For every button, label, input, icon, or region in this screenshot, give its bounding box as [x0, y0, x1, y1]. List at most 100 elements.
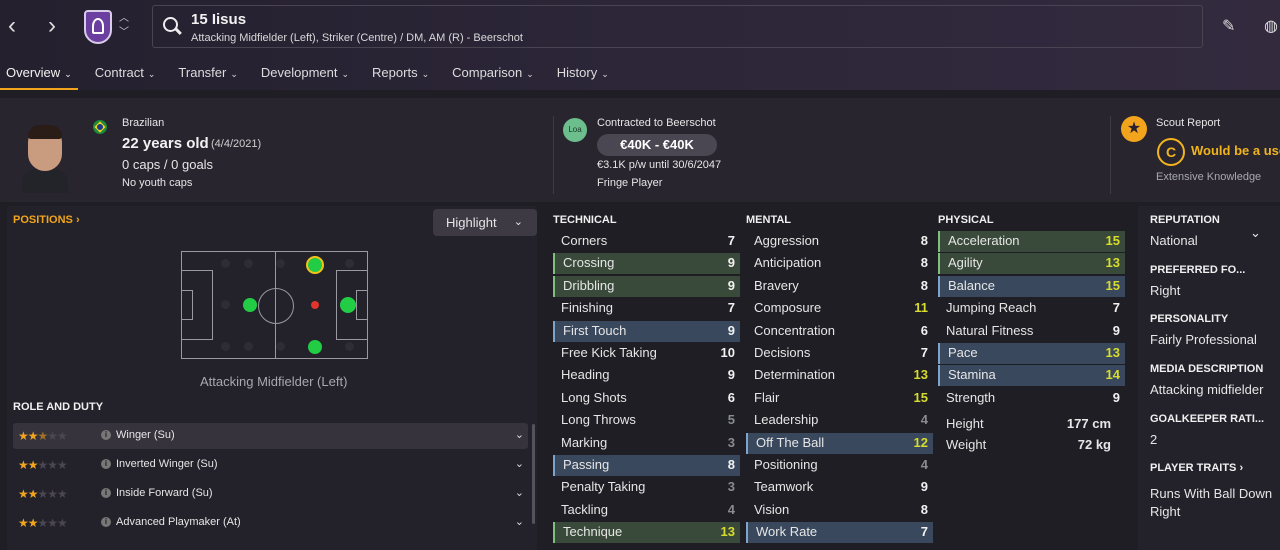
attribute-row-concentration[interactable]: Concentration 6: [746, 321, 933, 342]
attribute-row-first-touch[interactable]: First Touch 9: [553, 320, 740, 342]
scout-grade: C: [1157, 138, 1185, 166]
attribute-value: 13: [913, 367, 928, 383]
info-icon[interactable]: i: [101, 430, 111, 440]
attribute-row-marking[interactable]: Marking 3: [553, 433, 740, 454]
scout-report-title[interactable]: Scout Report: [1156, 117, 1220, 129]
role-row[interactable]: ★★★★★ i Winger (Su) ⌄: [13, 423, 528, 449]
attribute-row-long-shots[interactable]: Long Shots 6: [553, 388, 740, 409]
attribute-row-flair[interactable]: Flair 15: [746, 388, 933, 409]
attribute-row-long-throws[interactable]: Long Throws 5: [553, 410, 740, 431]
media-description-value: Attacking midfielder: [1150, 382, 1264, 397]
attribute-row-stamina[interactable]: Stamina 14: [938, 365, 1125, 387]
attribute-row-vision[interactable]: Vision 8: [746, 500, 933, 521]
back-chevron-left-icon[interactable]: ‹: [0, 12, 24, 40]
role-name: Inside Forward (Su): [116, 487, 213, 499]
attribute-row-technique[interactable]: Technique 13: [553, 522, 740, 544]
attribute-row-positioning[interactable]: Positioning 4: [746, 455, 933, 476]
attribute-row-work-rate[interactable]: Work Rate 7: [746, 522, 933, 544]
star-rating: ★★★★★: [18, 429, 68, 443]
media-description-title: MEDIA DESCRIPTION: [1150, 363, 1264, 375]
attribute-row-strength[interactable]: Strength 9: [938, 388, 1125, 409]
attribute-row-balance[interactable]: Balance 15: [938, 275, 1125, 297]
attribute-row-determination[interactable]: Determination 13: [746, 365, 933, 386]
pencil-icon[interactable]: ✎: [1222, 16, 1235, 36]
tab-reports[interactable]: Reports ⌄: [366, 60, 435, 90]
squad-status: Fringe Player: [597, 177, 663, 189]
positions-link[interactable]: POSITIONS ›: [13, 214, 80, 226]
tab-overview[interactable]: Overview ⌄: [0, 60, 78, 90]
attribute-name: Technique: [563, 524, 623, 540]
attribute-name: Work Rate: [756, 524, 818, 540]
tab-contract[interactable]: Contract ⌄: [89, 60, 162, 90]
attribute-row-anticipation[interactable]: Anticipation 8: [746, 253, 933, 274]
attribute-row-tackling[interactable]: Tackling 4: [553, 500, 740, 521]
attribute-name: Penalty Taking: [561, 479, 646, 495]
chevron-down-icon: ⌄: [601, 69, 609, 79]
player-search-box[interactable]: 15 Iisus Attacking Midfielder (Left), St…: [152, 5, 1203, 48]
tab-history[interactable]: History ⌄: [551, 60, 615, 90]
forward-chevron-right-icon[interactable]: ›: [40, 12, 64, 40]
attribute-row-natural-fitness[interactable]: Natural Fitness 9: [938, 321, 1125, 342]
tab-transfer[interactable]: Transfer ⌄: [172, 60, 243, 90]
info-icon[interactable]: i: [101, 488, 111, 498]
attribute-row-pace[interactable]: Pace 13: [938, 343, 1125, 364]
player-traits-link[interactable]: PLAYER TRAITS ›: [1150, 462, 1243, 474]
attribute-name: Free Kick Taking: [561, 345, 657, 360]
info-icon[interactable]: i: [101, 459, 111, 469]
position-slot: [244, 342, 253, 351]
chevron-up-icon[interactable]: ︿: [119, 14, 129, 24]
attribute-value: 7: [920, 345, 928, 360]
attribute-row-passing[interactable]: Passing 8: [553, 455, 740, 476]
attribute-name: Crossing: [563, 255, 615, 271]
role-name: Inverted Winger (Su): [116, 458, 218, 470]
attribute-row-leadership[interactable]: Leadership 4: [746, 410, 933, 431]
attribute-row-dribbling[interactable]: Dribbling 9: [553, 275, 740, 297]
attribute-row-free-kick-taking[interactable]: Free Kick Taking 10: [553, 343, 740, 364]
attribute-row-heading[interactable]: Heading 9: [553, 365, 740, 386]
weight-row: Weight 72 kg: [946, 437, 1111, 452]
attribute-name: Long Shots: [561, 389, 627, 405]
attribute-row-jumping-reach[interactable]: Jumping Reach 7: [938, 298, 1125, 319]
chevron-down-icon[interactable]: ⌄: [515, 515, 524, 528]
attribute-name: Heading: [561, 367, 610, 383]
attribute-value: 8: [727, 457, 735, 472]
attribute-row-crossing[interactable]: Crossing 9: [553, 253, 740, 275]
chevron-down-icon[interactable]: ﹀: [119, 28, 129, 38]
personality-title: PERSONALITY: [1150, 313, 1229, 325]
attribute-name: Stamina: [948, 367, 996, 383]
highlight-dropdown[interactable]: Highlight ⌄: [433, 209, 537, 236]
position-slot: [221, 342, 230, 351]
scrollbar[interactable]: [532, 424, 535, 524]
chevron-down-icon: ⌄: [341, 69, 350, 79]
club-badge-icon[interactable]: [84, 10, 112, 44]
attribute-row-decisions[interactable]: Decisions 7: [746, 343, 933, 364]
attribute-row-aggression[interactable]: Aggression 8: [746, 231, 933, 252]
chevron-down-icon[interactable]: ⌄: [515, 486, 524, 499]
chevron-down-icon[interactable]: ⌄: [515, 428, 524, 441]
attribute-value: 8: [920, 277, 928, 293]
attribute-row-bravery[interactable]: Bravery 8: [746, 276, 933, 297]
attribute-row-acceleration[interactable]: Acceleration 15: [938, 231, 1125, 252]
attribute-row-penalty-taking[interactable]: Penalty Taking 3: [553, 477, 740, 498]
attribute-row-finishing[interactable]: Finishing 7: [553, 298, 740, 319]
attribute-value: 8: [920, 255, 928, 271]
globe-icon[interactable]: ◍: [1264, 16, 1278, 36]
chevron-down-icon[interactable]: ⌄: [1250, 225, 1261, 241]
divider: [553, 116, 554, 194]
attribute-row-agility[interactable]: Agility 13: [938, 253, 1125, 275]
role-row[interactable]: ★★★★★ i Advanced Playmaker (At) ⌄: [13, 510, 528, 536]
attribute-row-teamwork[interactable]: Teamwork 9: [746, 477, 933, 498]
technical-title: TECHNICAL: [553, 214, 617, 226]
info-icon[interactable]: i: [101, 517, 111, 527]
attribute-row-off-the-ball[interactable]: Off The Ball 12: [746, 432, 933, 454]
chevron-down-icon[interactable]: ⌄: [515, 457, 524, 470]
position-slot: [345, 259, 354, 268]
role-row[interactable]: ★★★★★ i Inside Forward (Su) ⌄: [13, 481, 528, 507]
attribute-row-composure[interactable]: Composure 11: [746, 298, 933, 319]
tab-development[interactable]: Development ⌄: [255, 60, 355, 90]
star-icon: ★: [1121, 116, 1147, 142]
role-row[interactable]: ★★★★★ i Inverted Winger (Su) ⌄: [13, 452, 528, 478]
attribute-value: 9: [727, 255, 735, 271]
attribute-row-corners[interactable]: Corners 7: [553, 231, 740, 252]
tab-comparison[interactable]: Comparison ⌄: [446, 60, 540, 90]
